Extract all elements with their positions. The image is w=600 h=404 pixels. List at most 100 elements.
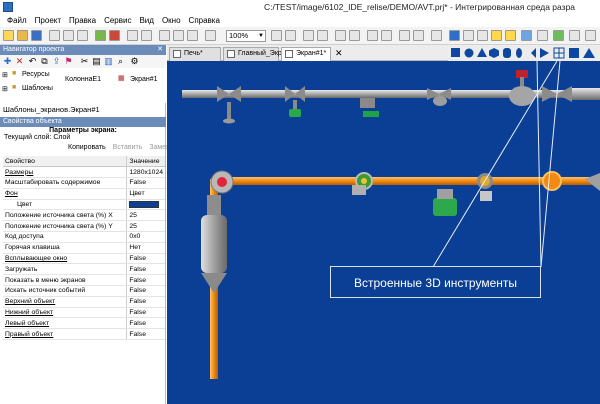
new-file-icon[interactable] bbox=[3, 30, 14, 41]
save-icon[interactable] bbox=[31, 30, 42, 41]
table-row[interactable]: Левый объект False bbox=[3, 317, 165, 330]
expand-icon[interactable]: ⊞ bbox=[2, 71, 8, 79]
tree-item-screen[interactable]: Экран#1 bbox=[130, 76, 158, 83]
table-row[interactable]: Масштабировать содержимое False bbox=[3, 177, 165, 189]
pump-icon[interactable] bbox=[540, 48, 549, 58]
expand-icon[interactable]: ⊞ bbox=[2, 85, 8, 93]
add-icon[interactable]: ✚ bbox=[3, 57, 12, 66]
search-icon[interactable]: ⌕ bbox=[116, 57, 125, 66]
prop-value[interactable]: False bbox=[126, 177, 165, 189]
redo-icon[interactable] bbox=[141, 30, 152, 41]
prop-value[interactable]: False bbox=[126, 307, 165, 319]
copy-icon[interactable] bbox=[63, 30, 74, 41]
delete-icon[interactable]: ✕ bbox=[15, 57, 24, 66]
table-row[interactable]: Цвет bbox=[3, 199, 165, 211]
app-icon[interactable] bbox=[3, 2, 13, 12]
tab-pech[interactable]: Печь* bbox=[169, 47, 221, 61]
menu-window[interactable]: Окно bbox=[158, 16, 185, 25]
prop-value[interactable]: False bbox=[126, 253, 165, 265]
tank-icon[interactable] bbox=[583, 48, 595, 58]
cut-icon[interactable] bbox=[49, 30, 60, 41]
more-icon[interactable] bbox=[569, 30, 580, 41]
tree-item-column[interactable]: КолоннаЕ1 bbox=[65, 76, 101, 83]
library-icon[interactable] bbox=[553, 30, 564, 41]
table-row[interactable]: Всплывающее окно False bbox=[3, 253, 165, 265]
prop-value[interactable]: False bbox=[126, 296, 165, 308]
tree-item-templates[interactable]: Шаблоны bbox=[22, 85, 53, 92]
prop-value[interactable]: 25 bbox=[126, 220, 165, 233]
prop-value[interactable]: 1280x1024 bbox=[126, 166, 165, 179]
stop-icon[interactable] bbox=[109, 30, 120, 41]
table-row[interactable]: Горячая клавиша Нет bbox=[3, 242, 165, 254]
image-icon[interactable] bbox=[505, 30, 516, 41]
menu-help[interactable]: Справка bbox=[185, 16, 224, 25]
table-row[interactable]: Фон Цвет bbox=[3, 188, 165, 200]
prop-value[interactable]: False bbox=[126, 317, 165, 330]
tab-screen1[interactable]: Экран#1* bbox=[281, 47, 331, 61]
color-icon[interactable] bbox=[431, 30, 442, 41]
undo-icon[interactable]: ↶ bbox=[28, 57, 37, 66]
motor-icon[interactable] bbox=[433, 198, 457, 216]
table-row[interactable]: Положение источника света (%) X 25 bbox=[3, 209, 165, 222]
paste-icon[interactable]: ▤ bbox=[92, 57, 101, 66]
prop-value[interactable]: False bbox=[126, 285, 165, 297]
tree-item-resources[interactable]: Ресурсы bbox=[22, 71, 50, 78]
link-icon[interactable]: ⚑ bbox=[64, 57, 73, 66]
table-row[interactable]: Верхний объект False bbox=[3, 296, 165, 308]
orange-flange[interactable] bbox=[542, 171, 562, 191]
bring-front-icon[interactable] bbox=[303, 30, 314, 41]
sensor-gauge[interactable] bbox=[477, 173, 493, 201]
prop-value[interactable]: 25 bbox=[126, 209, 165, 222]
screen-canvas[interactable] bbox=[167, 61, 600, 404]
prop-value[interactable]: False bbox=[126, 274, 165, 287]
hexagon-icon[interactable] bbox=[489, 48, 499, 58]
open-folder-icon[interactable] bbox=[17, 30, 28, 41]
cylinder-icon[interactable] bbox=[503, 48, 511, 58]
green-pump[interactable] bbox=[360, 98, 379, 117]
align-right-icon[interactable] bbox=[187, 30, 198, 41]
align-left-icon[interactable] bbox=[159, 30, 170, 41]
text-icon[interactable] bbox=[413, 30, 424, 41]
table-row[interactable]: Загружать False bbox=[3, 263, 165, 276]
table-row[interactable]: Размеры 1280x1024 bbox=[3, 166, 165, 179]
filter-tank[interactable] bbox=[201, 195, 227, 293]
elbow-fitting[interactable] bbox=[210, 170, 234, 194]
widget-icon[interactable] bbox=[521, 30, 532, 41]
prop-value[interactable]: False bbox=[126, 328, 165, 341]
table-row[interactable]: Код доступа 0x0 bbox=[3, 231, 165, 243]
menu-edit[interactable]: Правка bbox=[65, 16, 100, 25]
grid-icon[interactable] bbox=[205, 30, 216, 41]
font-icon[interactable] bbox=[399, 30, 410, 41]
prop-value[interactable]: Нет bbox=[126, 242, 165, 254]
doc-icon[interactable]: ▥ bbox=[104, 57, 113, 66]
zoom-select[interactable]: 100% ▼ bbox=[226, 30, 266, 42]
zoom-out-icon[interactable] bbox=[285, 30, 296, 41]
settings-icon[interactable]: ⚙ bbox=[130, 57, 139, 66]
ungroup-icon[interactable] bbox=[349, 30, 360, 41]
prop-value[interactable]: Цвет bbox=[126, 188, 165, 200]
close-icon[interactable]: ✕ bbox=[157, 45, 163, 55]
menu-file[interactable]: Файл bbox=[3, 16, 31, 25]
triangle-icon[interactable] bbox=[477, 48, 487, 57]
align-center-icon[interactable] bbox=[173, 30, 184, 41]
group-icon[interactable] bbox=[335, 30, 346, 41]
chart-icon[interactable] bbox=[491, 30, 502, 41]
undo-icon[interactable] bbox=[127, 30, 138, 41]
prop-value[interactable]: 0x0 bbox=[126, 231, 165, 243]
table-row[interactable]: Нижний объект False bbox=[3, 307, 165, 319]
zoom-in-icon[interactable] bbox=[271, 30, 282, 41]
circle-icon[interactable] bbox=[464, 48, 474, 58]
tab-main-screen[interactable]: Главный_Экран bbox=[223, 47, 290, 61]
table-row[interactable]: Показать в меню экранов False bbox=[3, 274, 165, 287]
menu-view[interactable]: Вид bbox=[135, 16, 157, 25]
table-icon[interactable] bbox=[477, 30, 488, 41]
grid-icon[interactable] bbox=[569, 48, 579, 58]
send-back-icon[interactable] bbox=[317, 30, 328, 41]
table-row[interactable]: Положение источника света (%) Y 25 bbox=[3, 220, 165, 233]
run-icon[interactable] bbox=[95, 30, 106, 41]
table-row[interactable]: Искать источник событий False bbox=[3, 285, 165, 297]
line-icon[interactable] bbox=[463, 30, 474, 41]
color-swatch[interactable] bbox=[126, 199, 165, 211]
prop-value[interactable]: False bbox=[126, 263, 165, 276]
fill-icon[interactable] bbox=[449, 30, 460, 41]
